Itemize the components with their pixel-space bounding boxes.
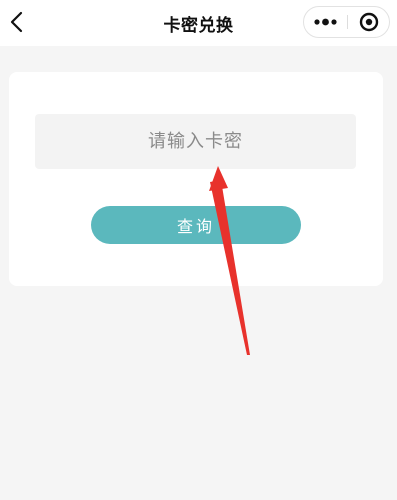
- more-dots-icon: [304, 7, 347, 37]
- target-circle-icon: [348, 7, 390, 37]
- query-button[interactable]: 查询: [91, 206, 301, 244]
- close-button[interactable]: [348, 7, 390, 37]
- page: 卡密兑换 请输入卡密 查询: [0, 0, 397, 500]
- navbar: 卡密兑换: [0, 0, 397, 46]
- more-button[interactable]: [304, 7, 347, 37]
- redeem-card: 查询: [9, 72, 383, 286]
- code-input[interactable]: [35, 114, 356, 169]
- mini-program-capsule: [303, 6, 390, 38]
